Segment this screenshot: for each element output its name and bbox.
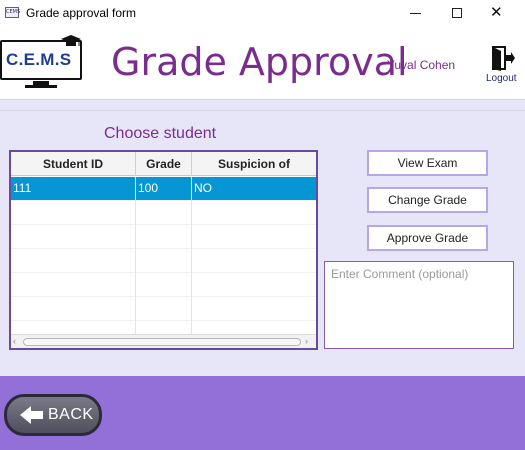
table-header: Student ID Grade Suspicion of cheating [11,152,316,195]
choose-student-label: Choose student [104,125,217,142]
cell-empty [11,225,136,249]
close-button[interactable]: ✕ [478,0,518,26]
column-header-suspicion[interactable]: Suspicion of cheating [192,152,316,195]
table-body: 111 100 NO [11,177,316,345]
table-row[interactable]: 111 100 NO [11,177,316,201]
maximize-icon [452,8,462,18]
cems-logo: C.E.M.S [0,35,84,88]
horizontal-scrollbar[interactable]: ‹ › [11,334,316,348]
comment-input[interactable] [324,261,514,349]
graduation-cap-icon [61,35,81,46]
logout-button[interactable]: Logout [484,46,522,86]
main-content: Choose student Student ID Grade Suspicio… [0,100,525,376]
cell-grade: 100 [136,177,192,201]
change-grade-button[interactable]: Change Grade [367,187,488,213]
cell-empty [192,225,316,249]
back-arrow-icon [20,406,43,424]
cell-empty [136,297,192,321]
header: C.E.M.S Grade Approval Yuval Cohen Logou… [0,26,525,100]
cell-student-id: 111 [11,177,136,201]
logo-text: C.E.M.S [6,50,72,69]
cell-empty [136,273,192,297]
page-title: Grade Approval [111,40,408,84]
footer: BACK [0,376,525,450]
students-table[interactable]: Student ID Grade Suspicion of cheating 1… [9,150,318,350]
scroll-right-arrow-icon[interactable]: › [305,336,308,346]
logout-label: Logout [486,73,517,84]
table-row-empty [11,225,316,249]
cell-empty [11,249,136,273]
table-row-empty [11,249,316,273]
back-label: BACK [48,406,94,423]
cell-empty [192,249,316,273]
column-header-student-id[interactable]: Student ID [11,152,136,176]
cell-empty [11,273,136,297]
cell-empty [136,249,192,273]
column-header-grade[interactable]: Grade [136,152,192,176]
user-name: Yuval Cohen [387,58,456,72]
logo-base [25,85,57,88]
back-button[interactable]: BACK [4,394,102,436]
close-icon: ✕ [490,3,503,21]
cell-empty [11,201,136,225]
table-row-empty [11,273,316,297]
maximize-button[interactable] [437,0,477,26]
approve-grade-button[interactable]: Approve Grade [367,225,488,251]
scroll-left-arrow-icon[interactable]: ‹ [13,336,16,346]
view-exam-button[interactable]: View Exam [367,150,488,176]
window-titlebar: CEMS Grade approval form ✕ [0,0,525,26]
divider [0,110,525,111]
table-row-empty [11,297,316,321]
cell-empty [136,225,192,249]
cell-suspicion: NO [194,181,212,195]
minimize-icon [410,13,421,14]
cell-empty [136,201,192,225]
scrollbar-thumb[interactable] [23,338,301,346]
cell-empty [11,297,136,321]
logout-icon [492,46,515,71]
app-icon: CEMS [5,7,20,18]
window-title: Grade approval form [26,6,137,20]
minimize-button[interactable] [395,0,435,26]
cell-empty [192,201,316,225]
cell-empty [192,273,316,297]
cell-empty [192,297,316,321]
table-row-empty [11,201,316,225]
